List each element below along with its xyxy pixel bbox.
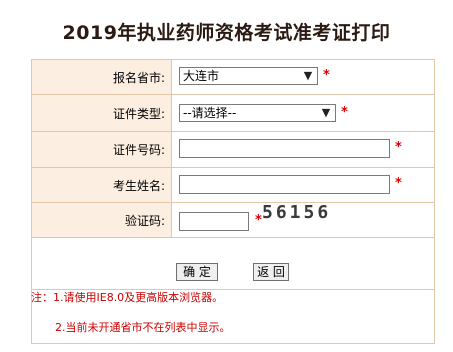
confirm-button[interactable]: 确 定 (176, 263, 218, 281)
note-line-1: 注：1.请使用IE8.0及更高版本浏览器。 (31, 291, 224, 304)
captcha-input[interactable] (179, 212, 249, 231)
captcha-row: 验证码: * (32, 203, 434, 238)
captcha-label: 验证码: (32, 203, 172, 237)
id-number-input[interactable] (179, 139, 390, 158)
province-selected-value: 大连市 (183, 69, 220, 83)
required-mark: * (255, 213, 262, 228)
required-mark: * (323, 68, 330, 83)
province-select[interactable]: 大连市 ▼ (179, 67, 318, 85)
required-mark: * (395, 140, 402, 155)
required-mark: * (395, 176, 402, 191)
required-mark: * (341, 105, 348, 120)
name-input[interactable] (179, 175, 390, 194)
id-type-label: 证件类型: (32, 95, 172, 131)
id-type-selected-value: --请选择-- (183, 106, 237, 120)
button-row: 确 定 返 回 (32, 238, 434, 290)
name-label: 考生姓名: (32, 168, 172, 202)
province-label: 报名省市: (32, 60, 172, 94)
id-number-label: 证件号码: (32, 132, 172, 167)
chevron-down-icon: ▼ (303, 69, 313, 82)
page-title: 2019年执业药师资格考试准考证打印 (62, 22, 391, 44)
name-row: 考生姓名: * (32, 168, 434, 203)
province-row: 报名省市: 大连市 ▼ * (32, 60, 434, 95)
note-line-2: 2.当前未开通省市不在列表中显示。 (55, 321, 231, 334)
back-button[interactable]: 返 回 (253, 263, 289, 281)
id-type-row: 证件类型: --请选择-- ▼ * (32, 95, 434, 132)
captcha-image-text: 56156 (262, 202, 332, 223)
captcha-image[interactable]: 56156 (262, 202, 332, 226)
chevron-down-icon: ▼ (321, 106, 331, 119)
id-type-select[interactable]: --请选择-- ▼ (179, 104, 336, 122)
id-number-row: 证件号码: * (32, 132, 434, 168)
